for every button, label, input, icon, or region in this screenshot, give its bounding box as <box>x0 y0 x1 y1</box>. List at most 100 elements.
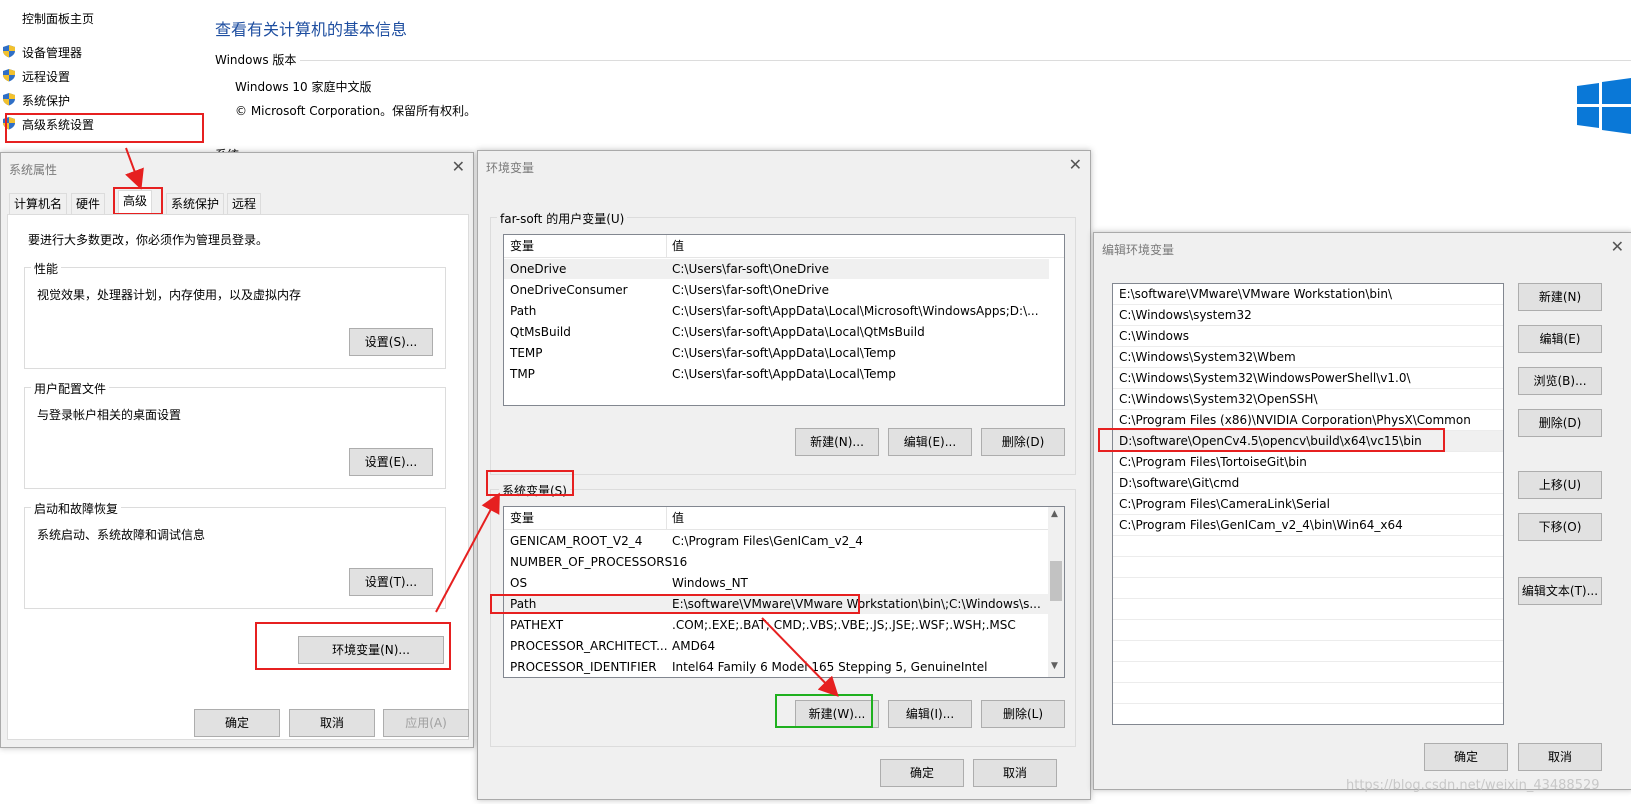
system-delete-button[interactable]: 删除(L) <box>981 700 1065 728</box>
tab-computer-name[interactable]: 计算机名 <box>9 193 68 214</box>
column-header-variable: 变量 <box>510 511 535 525</box>
user-variables-list[interactable]: 变量 值 OneDrive C:\Users\far-soft\OneDrive … <box>503 234 1065 406</box>
section-windows-edition: Windows 版本 <box>215 53 297 67</box>
group-label: 性能 <box>31 260 62 277</box>
user-delete-button[interactable]: 删除(D) <box>981 428 1065 456</box>
profile-settings-button[interactable]: 设置(E)... <box>349 448 433 476</box>
list-item[interactable]: C:\Windows\system32 <box>1113 305 1503 326</box>
move-down-button[interactable]: 下移(O) <box>1518 513 1602 541</box>
list-header: 变量 值 <box>504 507 1064 530</box>
group-label: 用户配置文件 <box>31 380 110 397</box>
shield-icon <box>3 45 15 58</box>
highlight-advanced-tab <box>113 187 163 215</box>
group-startup-recovery: 启动和故障恢复 系统启动、系统故障和调试信息 设置(T)... <box>24 500 446 609</box>
scrollbar-thumb[interactable] <box>1050 561 1062 601</box>
group-performance: 性能 视觉效果，处理器计划，内存使用，以及虚拟内存 设置(S)... <box>24 260 446 369</box>
list-item[interactable]: D:\software\Git\cmd <box>1113 473 1503 494</box>
list-header: 变量 值 <box>504 235 1064 258</box>
list-item[interactable]: C:\Windows\System32\OpenSSH\ <box>1113 389 1503 410</box>
group-label: far-soft 的用户变量(U) <box>497 210 628 227</box>
link-device-manager[interactable]: 设备管理器 <box>22 44 82 61</box>
windows-edition: Windows 10 家庭中文版 <box>235 80 372 94</box>
copyright-text: © Microsoft Corporation。保留所有权利。 <box>235 104 477 118</box>
path-entries-list[interactable]: E:\software\VMware\VMware Workstation\bi… <box>1112 283 1504 725</box>
group-label: 启动和故障恢复 <box>31 500 122 517</box>
cancel-button[interactable]: 取消 <box>289 709 375 737</box>
edit-environment-variable-dialog: 编辑环境变量 ✕ E:\software\VMware\VMware Works… <box>1093 232 1631 790</box>
delete-entry-button[interactable]: 删除(D) <box>1518 409 1602 437</box>
ok-button[interactable]: 确定 <box>880 759 964 787</box>
list-item[interactable]: E:\software\VMware\VMware Workstation\bi… <box>1113 284 1503 305</box>
group-user-variables: far-soft 的用户变量(U) 变量 值 OneDrive C:\Users\… <box>490 210 1076 475</box>
divider <box>300 60 1631 61</box>
list-item[interactable]: C:\Windows\System32\WindowsPowerShell\v1… <box>1113 368 1503 389</box>
tab-system-protection[interactable]: 系统保护 <box>166 193 225 214</box>
list-item-empty[interactable] <box>1113 662 1503 683</box>
browse-button[interactable]: 浏览(B)... <box>1518 367 1602 395</box>
group-user-profile: 用户配置文件 与登录帐户相关的桌面设置 设置(E)... <box>24 380 446 489</box>
tab-strip: 计算机名 硬件 高级 系统保护 远程 <box>9 190 469 215</box>
chevron-down-icon[interactable]: ▼ <box>1051 661 1058 671</box>
performance-settings-button[interactable]: 设置(S)... <box>349 328 433 356</box>
watermark: https://blog.csdn.net/weixin_43488529 <box>1346 778 1600 793</box>
column-header-value: 值 <box>672 511 685 525</box>
list-item[interactable]: C:\Program Files\CameraLink\Serial <box>1113 494 1503 515</box>
apply-button[interactable]: 应用(A) <box>383 709 469 737</box>
shield-icon <box>3 93 15 106</box>
tab-remote[interactable]: 远程 <box>227 193 262 214</box>
system-edit-button[interactable]: 编辑(I)... <box>888 700 972 728</box>
list-item[interactable]: C:\Windows\System32\Wbem <box>1113 347 1503 368</box>
user-new-button[interactable]: 新建(N)... <box>795 428 879 456</box>
list-item-empty[interactable] <box>1113 641 1503 662</box>
edit-entry-button[interactable]: 编辑(E) <box>1518 325 1602 353</box>
highlight-path-row <box>490 594 860 614</box>
system-properties-dialog: 系统属性 ✕ 计算机名 硬件 高级 系统保护 远程 要进行大多数更改，你必须作为… <box>0 152 474 748</box>
close-icon[interactable]: ✕ <box>1069 155 1082 174</box>
link-remote-settings[interactable]: 远程设置 <box>22 68 70 85</box>
page-title: 查看有关计算机的基本信息 <box>215 20 408 39</box>
admin-note: 要进行大多数更改，你必须作为管理员登录。 <box>28 233 269 247</box>
dialog-title: 编辑环境变量 <box>1102 243 1175 257</box>
startup-settings-button[interactable]: 设置(T)... <box>349 568 433 596</box>
highlight-opencv-entry <box>1098 428 1445 452</box>
group-desc: 系统启动、系统故障和调试信息 <box>37 528 206 542</box>
highlight-advanced-system-settings <box>5 113 204 143</box>
dialog-title: 环境变量 <box>486 161 535 175</box>
link-system-protection[interactable]: 系统保护 <box>22 92 70 109</box>
list-item-empty[interactable] <box>1113 599 1503 620</box>
column-header-value: 值 <box>672 239 685 253</box>
list-item[interactable]: C:\Program Files\GenICam_v2_4\bin\Win64_… <box>1113 515 1503 536</box>
group-desc: 与登录帐户相关的桌面设置 <box>37 408 182 422</box>
list-item[interactable]: C:\Windows <box>1113 326 1503 347</box>
dialog-title: 系统属性 <box>9 163 58 177</box>
list-item-empty[interactable] <box>1113 683 1503 704</box>
scrollbar[interactable]: ▲ ▼ <box>1048 507 1064 677</box>
chevron-up-icon[interactable]: ▲ <box>1051 509 1058 519</box>
close-icon[interactable]: ✕ <box>452 157 465 176</box>
highlight-env-button <box>255 622 451 670</box>
tab-hardware[interactable]: 硬件 <box>71 193 106 214</box>
highlight-new-button <box>775 694 873 728</box>
edit-text-button[interactable]: 编辑文本(T)... <box>1518 577 1602 605</box>
list-item-empty[interactable] <box>1113 557 1503 578</box>
windows-logo-icon <box>1577 78 1631 134</box>
ok-button[interactable]: 确定 <box>1424 743 1508 771</box>
new-entry-button[interactable]: 新建(N) <box>1518 283 1602 311</box>
shield-icon <box>3 69 15 82</box>
move-up-button[interactable]: 上移(U) <box>1518 471 1602 499</box>
highlight-system-variables-label <box>486 470 574 496</box>
list-item-empty[interactable] <box>1113 536 1503 557</box>
control-panel-home-link[interactable]: 控制面板主页 <box>22 10 94 27</box>
cancel-button[interactable]: 取消 <box>973 759 1057 787</box>
system-variables-list[interactable]: 变量 值 GENICAM_ROOT_V2_4 C:\Program Files\G… <box>503 506 1065 678</box>
list-item-empty[interactable] <box>1113 578 1503 599</box>
table-row[interactable]: OneDrive C:\Users\far-soft\OneDrive <box>504 259 1049 279</box>
column-header-variable: 变量 <box>510 239 535 253</box>
group-desc: 视觉效果，处理器计划，内存使用，以及虚拟内存 <box>37 288 302 302</box>
cancel-button[interactable]: 取消 <box>1518 743 1602 771</box>
user-edit-button[interactable]: 编辑(E)... <box>888 428 972 456</box>
ok-button[interactable]: 确定 <box>194 709 280 737</box>
list-item[interactable]: C:\Program Files\TortoiseGit\bin <box>1113 452 1503 473</box>
list-item-empty[interactable] <box>1113 620 1503 641</box>
close-icon[interactable]: ✕ <box>1611 237 1624 256</box>
